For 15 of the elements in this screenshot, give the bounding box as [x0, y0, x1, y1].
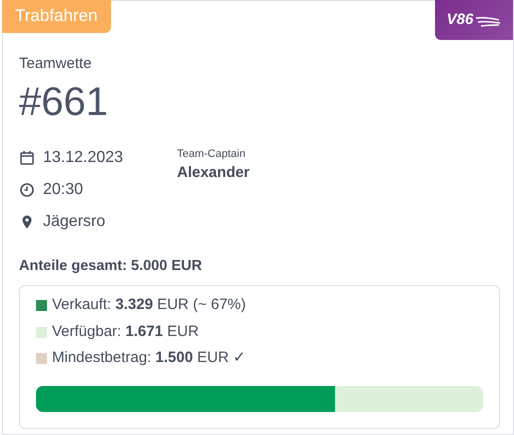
total-shares: Anteile gesamt: 5.000 EUR	[19, 256, 203, 276]
detail-text: 20:30	[43, 180, 84, 200]
legend-text: Verkauft: 3.329 EUR (~ 67%)	[52, 295, 246, 316]
detail-text: 13.12.2023	[43, 148, 124, 168]
captain-name: Alexander	[177, 163, 250, 183]
captain-label: Team-Captain	[177, 146, 246, 162]
calendar-icon	[19, 150, 35, 166]
category-badge: Trabfahren	[2, 0, 111, 32]
subtitle: Teamwette	[19, 54, 93, 74]
detail-text: Jägersro	[43, 212, 106, 232]
legend-text: Verfügbar: 1.671 EUR	[52, 322, 199, 342]
bet-number: #661	[19, 82, 109, 122]
legend-text: Mindestbetrag: 1.500 EUR ✓	[52, 348, 246, 368]
clock-icon	[19, 182, 35, 198]
logo: V86	[435, 0, 513, 40]
